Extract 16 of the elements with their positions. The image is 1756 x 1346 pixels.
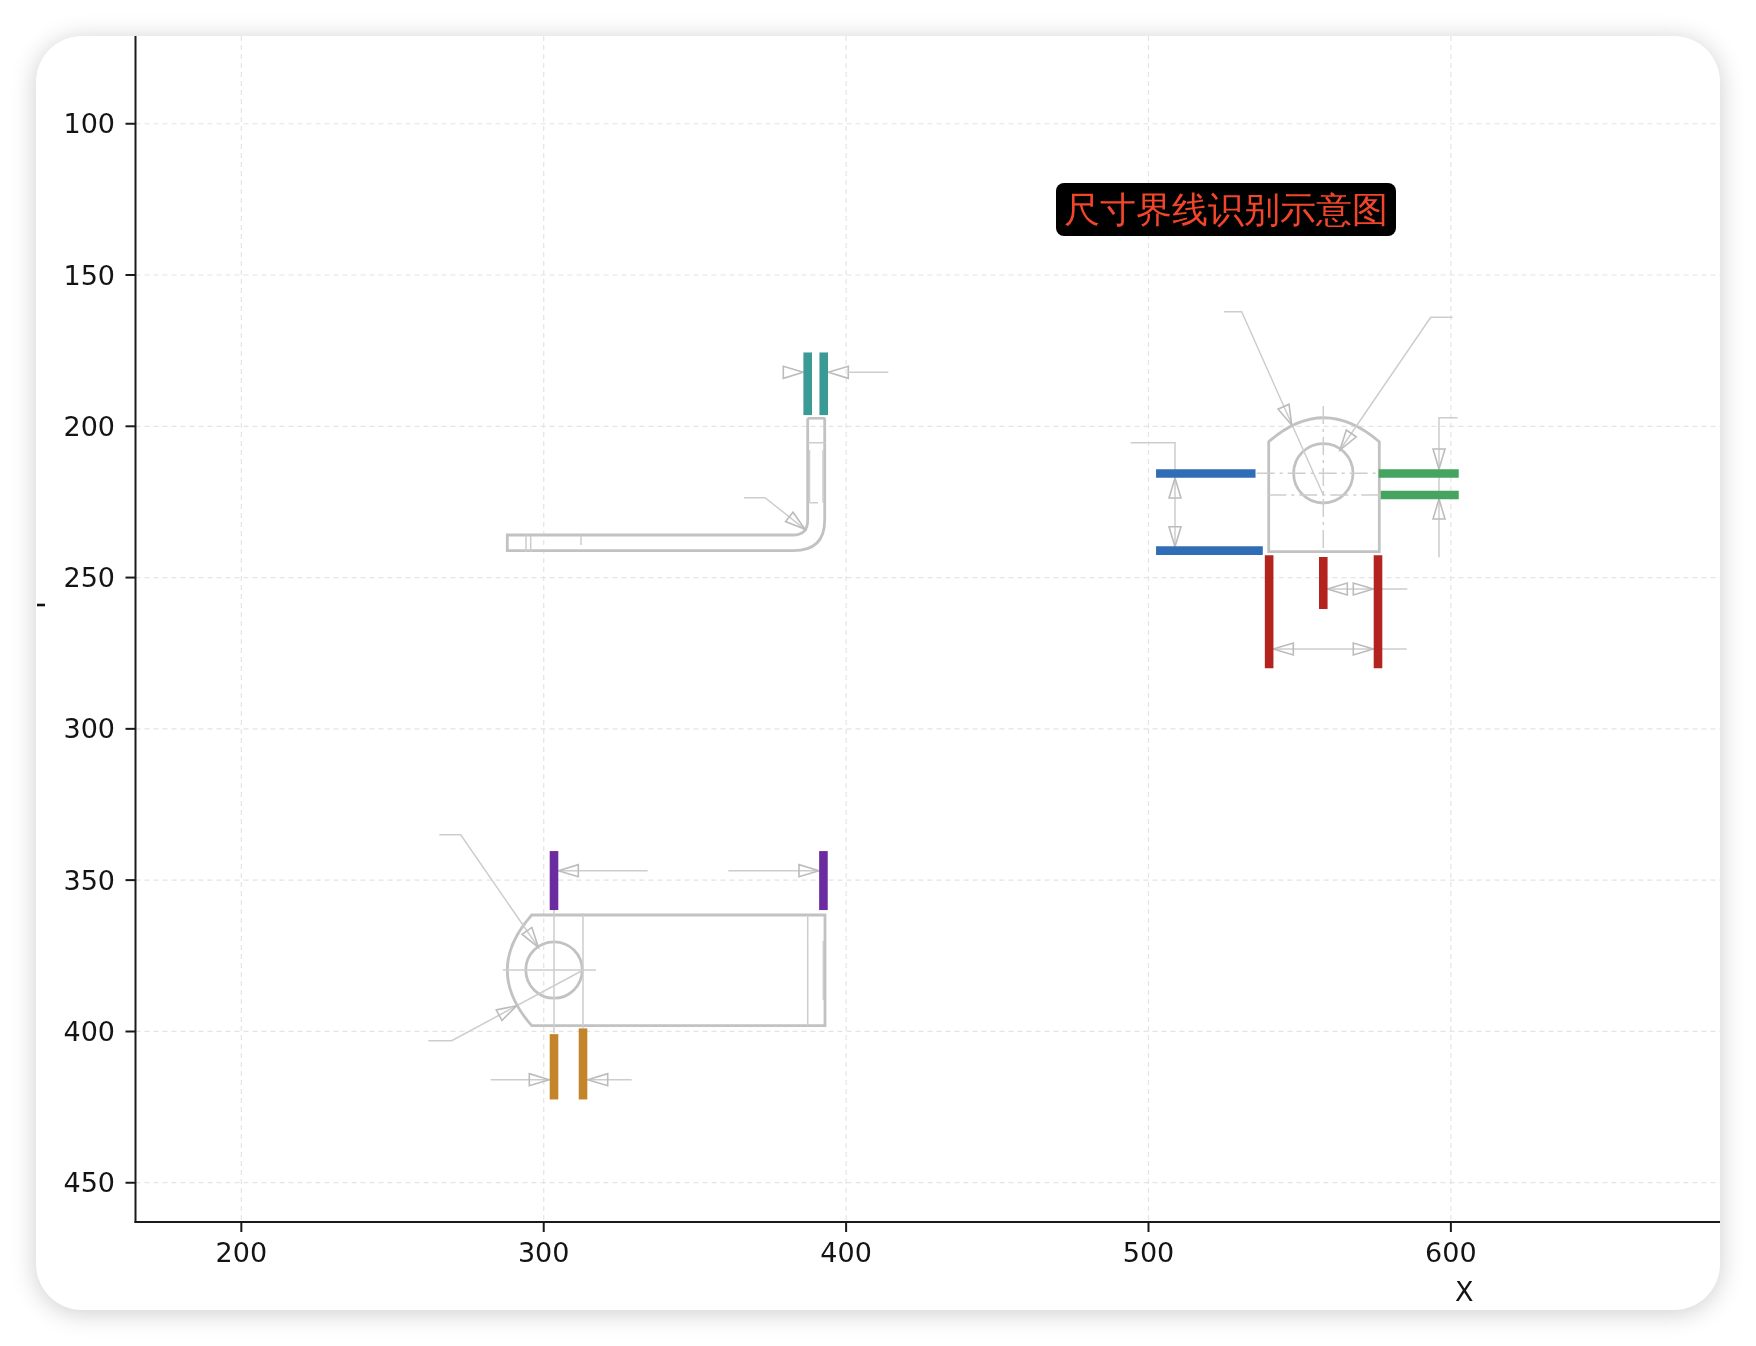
x-tick-label: 400 bbox=[820, 1237, 872, 1268]
chart-annotation: 尺寸界线识别示意图 bbox=[1055, 183, 1396, 237]
x-tick-label: 600 bbox=[1425, 1237, 1477, 1268]
y-tick-label: 200 bbox=[63, 410, 115, 442]
y-tick-label: 350 bbox=[63, 864, 115, 896]
y-tick-label: 250 bbox=[63, 562, 115, 594]
y-tick-label: 100 bbox=[63, 108, 115, 140]
x-tick-label: 500 bbox=[1122, 1237, 1175, 1268]
y-tick-label: 400 bbox=[63, 1015, 115, 1047]
y-tick-label: 450 bbox=[63, 1167, 115, 1199]
x-tick-label: 300 bbox=[517, 1237, 570, 1268]
x-axis-label: X bbox=[1454, 1275, 1474, 1307]
y-tick-label: 150 bbox=[63, 259, 115, 291]
dash-mark bbox=[37, 603, 45, 607]
y-tick-label: 300 bbox=[63, 713, 115, 745]
x-tick-label: 200 bbox=[215, 1237, 268, 1268]
